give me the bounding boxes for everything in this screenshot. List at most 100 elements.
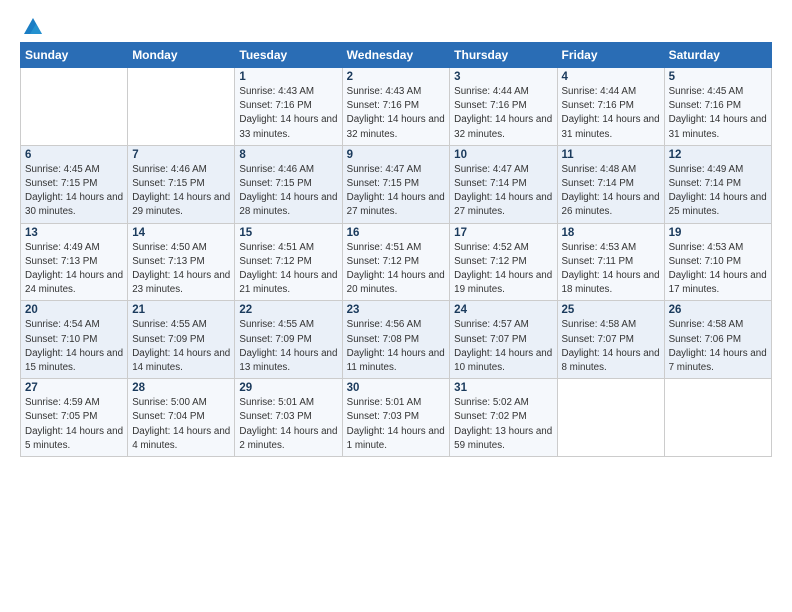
calendar-cell: 9 Sunrise: 4:47 AM Sunset: 7:15 PM Daylig… (342, 145, 450, 223)
logo-icon (22, 16, 44, 38)
calendar-cell: 3 Sunrise: 4:44 AM Sunset: 7:16 PM Daylig… (450, 68, 557, 146)
logo (20, 16, 44, 34)
day-detail: Sunrise: 5:02 AM Sunset: 7:02 PM Dayligh… (454, 396, 552, 453)
calendar-cell (664, 379, 771, 457)
calendar-cell: 20Sunrise: 4:54 AM Sunset: 7:10 PM Dayli… (21, 301, 128, 379)
day-detail: Sunrise: 4:54 AM Sunset: 7:10 PM Dayligh… (25, 318, 123, 375)
day-detail: Sunrise: 4:45 AM Sunset: 7:15 PM Dayligh… (25, 163, 123, 220)
calendar-cell: 15Sunrise: 4:51 AM Sunset: 7:12 PM Dayli… (235, 223, 342, 301)
day-detail: Sunrise: 4:53 AM Sunset: 7:10 PM Dayligh… (669, 241, 767, 298)
weekday-header-wednesday: Wednesday (342, 43, 450, 68)
day-detail: Sunrise: 4:47 AM Sunset: 7:15 PM Dayligh… (347, 163, 446, 220)
calendar-cell: 18Sunrise: 4:53 AM Sunset: 7:11 PM Dayli… (557, 223, 664, 301)
day-detail: Sunrise: 4:59 AM Sunset: 7:05 PM Dayligh… (25, 396, 123, 453)
calendar-cell: 24 Sunrise: 4:57 AM Sunset: 7:07 PM Dayli… (450, 301, 557, 379)
day-number: 1 (239, 71, 337, 83)
day-detail: Sunrise: 4:57 AM Sunset: 7:07 PM Dayligh… (454, 318, 552, 375)
day-number: 18 (562, 227, 660, 239)
calendar-cell: 8 Sunrise: 4:46 AM Sunset: 7:15 PM Daylig… (235, 145, 342, 223)
calendar-cell: 30 Sunrise: 5:01 AM Sunset: 7:03 PM Dayli… (342, 379, 450, 457)
day-detail: Sunrise: 4:44 AM Sunset: 7:16 PM Dayligh… (454, 85, 552, 142)
day-detail: Sunrise: 4:46 AM Sunset: 7:15 PM Dayligh… (239, 163, 337, 220)
day-number: 21 (132, 304, 230, 316)
calendar-cell: 22Sunrise: 4:55 AM Sunset: 7:09 PM Dayli… (235, 301, 342, 379)
calendar-cell: 23Sunrise: 4:56 AM Sunset: 7:08 PM Dayli… (342, 301, 450, 379)
day-number: 4 (562, 71, 660, 83)
day-number: 19 (669, 227, 767, 239)
weekday-header-thursday: Thursday (450, 43, 557, 68)
day-number: 24 (454, 304, 552, 316)
day-detail: Sunrise: 4:55 AM Sunset: 7:09 PM Dayligh… (132, 318, 230, 375)
calendar-cell (557, 379, 664, 457)
calendar-cell: 12 Sunrise: 4:49 AM Sunset: 7:14 PM Dayli… (664, 145, 771, 223)
day-detail: Sunrise: 5:01 AM Sunset: 7:03 PM Dayligh… (347, 396, 446, 453)
day-number: 26 (669, 304, 767, 316)
day-number: 2 (347, 71, 446, 83)
day-detail: Sunrise: 4:51 AM Sunset: 7:12 PM Dayligh… (239, 241, 337, 298)
day-detail: Sunrise: 4:52 AM Sunset: 7:12 PM Dayligh… (454, 241, 552, 298)
weekday-header-friday: Friday (557, 43, 664, 68)
calendar-cell: 21 Sunrise: 4:55 AM Sunset: 7:09 PM Dayli… (128, 301, 235, 379)
page-header (20, 16, 772, 34)
calendar-cell: 19 Sunrise: 4:53 AM Sunset: 7:10 PM Dayli… (664, 223, 771, 301)
calendar-cell: 5 Sunrise: 4:45 AM Sunset: 7:16 PM Daylig… (664, 68, 771, 146)
day-number: 11 (562, 149, 660, 161)
day-detail: Sunrise: 4:58 AM Sunset: 7:06 PM Dayligh… (669, 318, 767, 375)
day-number: 28 (132, 382, 230, 394)
day-detail: Sunrise: 4:50 AM Sunset: 7:13 PM Dayligh… (132, 241, 230, 298)
day-number: 13 (25, 227, 123, 239)
day-detail: Sunrise: 4:58 AM Sunset: 7:07 PM Dayligh… (562, 318, 660, 375)
calendar-cell: 6 Sunrise: 4:45 AM Sunset: 7:15 PM Daylig… (21, 145, 128, 223)
day-detail: Sunrise: 4:51 AM Sunset: 7:12 PM Dayligh… (347, 241, 446, 298)
day-number: 3 (454, 71, 552, 83)
day-number: 25 (562, 304, 660, 316)
calendar-cell: 25 Sunrise: 4:58 AM Sunset: 7:07 PM Dayli… (557, 301, 664, 379)
day-number: 12 (669, 149, 767, 161)
calendar-cell: 10 Sunrise: 4:47 AM Sunset: 7:14 PM Dayli… (450, 145, 557, 223)
calendar-cell: 14 Sunrise: 4:50 AM Sunset: 7:13 PM Dayli… (128, 223, 235, 301)
day-number: 6 (25, 149, 123, 161)
day-detail: Sunrise: 4:47 AM Sunset: 7:14 PM Dayligh… (454, 163, 552, 220)
weekday-header-tuesday: Tuesday (235, 43, 342, 68)
day-detail: Sunrise: 4:43 AM Sunset: 7:16 PM Dayligh… (347, 85, 446, 142)
day-detail: Sunrise: 4:49 AM Sunset: 7:14 PM Dayligh… (669, 163, 767, 220)
day-detail: Sunrise: 4:45 AM Sunset: 7:16 PM Dayligh… (669, 85, 767, 142)
day-number: 14 (132, 227, 230, 239)
weekday-header-saturday: Saturday (664, 43, 771, 68)
day-detail: Sunrise: 5:00 AM Sunset: 7:04 PM Dayligh… (132, 396, 230, 453)
day-number: 31 (454, 382, 552, 394)
calendar-cell: 28 Sunrise: 5:00 AM Sunset: 7:04 PM Dayli… (128, 379, 235, 457)
day-number: 10 (454, 149, 552, 161)
day-detail: Sunrise: 4:56 AM Sunset: 7:08 PM Dayligh… (347, 318, 446, 375)
calendar-cell: 17 Sunrise: 4:52 AM Sunset: 7:12 PM Dayli… (450, 223, 557, 301)
calendar-cell: 13 Sunrise: 4:49 AM Sunset: 7:13 PM Dayli… (21, 223, 128, 301)
calendar-cell: 11 Sunrise: 4:48 AM Sunset: 7:14 PM Dayli… (557, 145, 664, 223)
day-number: 16 (347, 227, 446, 239)
calendar-cell: 27 Sunrise: 4:59 AM Sunset: 7:05 PM Dayli… (21, 379, 128, 457)
calendar-cell: 26 Sunrise: 4:58 AM Sunset: 7:06 PM Dayli… (664, 301, 771, 379)
day-number: 27 (25, 382, 123, 394)
calendar-cell (21, 68, 128, 146)
day-number: 30 (347, 382, 446, 394)
calendar-cell: 4 Sunrise: 4:44 AM Sunset: 7:16 PM Daylig… (557, 68, 664, 146)
calendar-table: SundayMondayTuesdayWednesdayThursdayFrid… (20, 42, 772, 457)
weekday-header-sunday: Sunday (21, 43, 128, 68)
weekday-header-monday: Monday (128, 43, 235, 68)
day-number: 29 (239, 382, 337, 394)
day-detail: Sunrise: 5:01 AM Sunset: 7:03 PM Dayligh… (239, 396, 337, 453)
day-number: 8 (239, 149, 337, 161)
day-detail: Sunrise: 4:48 AM Sunset: 7:14 PM Dayligh… (562, 163, 660, 220)
day-number: 9 (347, 149, 446, 161)
day-detail: Sunrise: 4:46 AM Sunset: 7:15 PM Dayligh… (132, 163, 230, 220)
calendar-cell: 29 Sunrise: 5:01 AM Sunset: 7:03 PM Dayli… (235, 379, 342, 457)
calendar-cell: 16 Sunrise: 4:51 AM Sunset: 7:12 PM Dayli… (342, 223, 450, 301)
calendar-cell: 2 Sunrise: 4:43 AM Sunset: 7:16 PM Daylig… (342, 68, 450, 146)
calendar-cell: 1Sunrise: 4:43 AM Sunset: 7:16 PM Daylig… (235, 68, 342, 146)
day-number: 17 (454, 227, 552, 239)
calendar-cell (128, 68, 235, 146)
day-detail: Sunrise: 4:44 AM Sunset: 7:16 PM Dayligh… (562, 85, 660, 142)
day-number: 22 (239, 304, 337, 316)
day-detail: Sunrise: 4:49 AM Sunset: 7:13 PM Dayligh… (25, 241, 123, 298)
calendar-cell: 7Sunrise: 4:46 AM Sunset: 7:15 PM Daylig… (128, 145, 235, 223)
day-number: 5 (669, 71, 767, 83)
